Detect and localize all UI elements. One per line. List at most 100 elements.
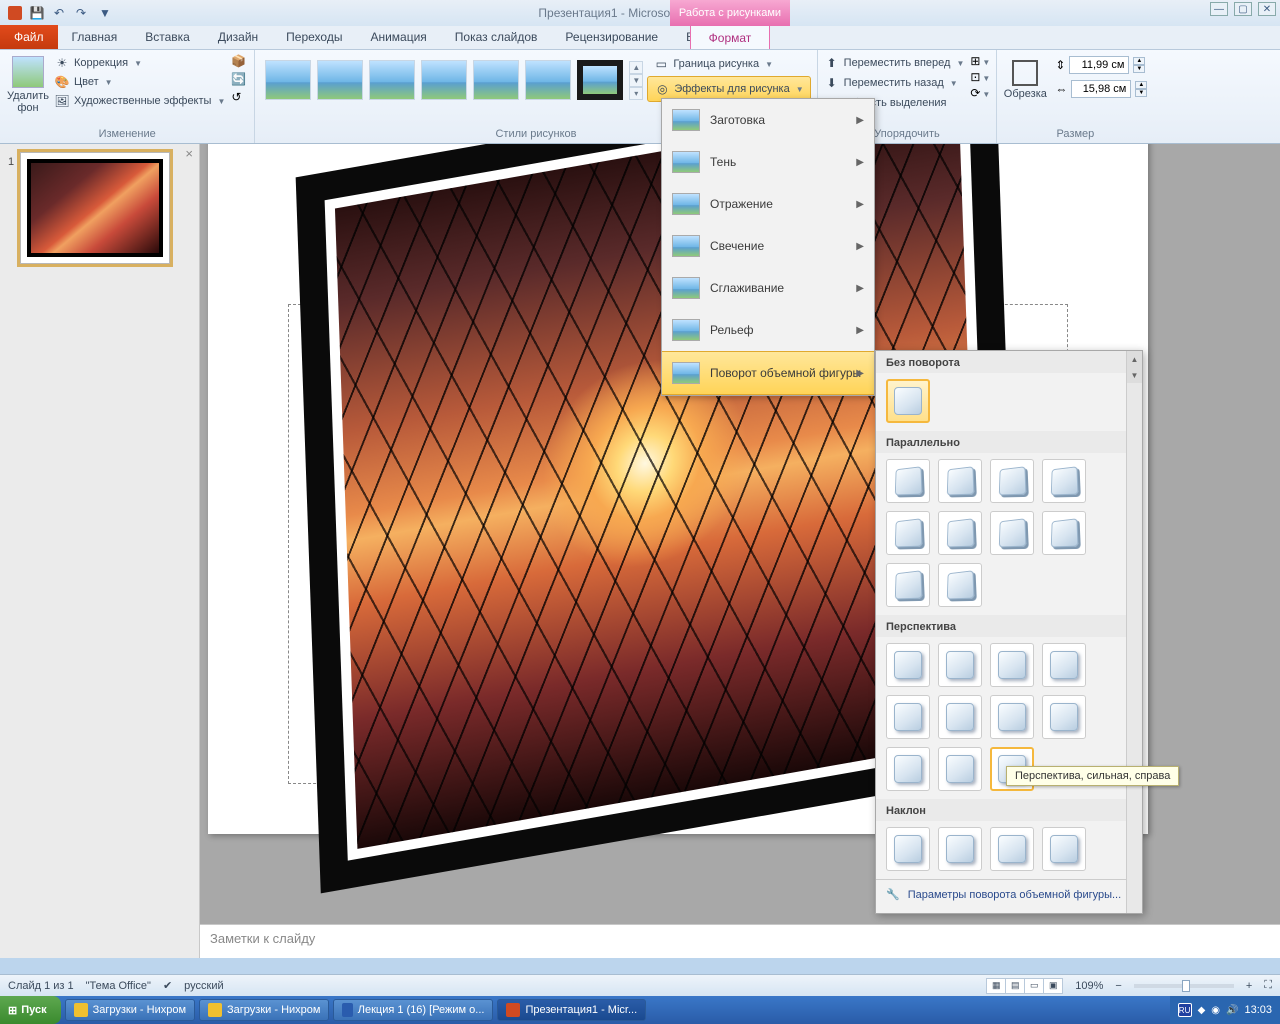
sorter-view-button[interactable]: ▤ xyxy=(1005,978,1025,994)
undo-icon[interactable]: ↶ xyxy=(50,4,68,22)
taskbar-clock[interactable]: 13:03 xyxy=(1244,1004,1272,1016)
rotation-preset[interactable] xyxy=(938,827,982,871)
shape-height-input[interactable]: ⇕ ▲▼ xyxy=(1055,56,1147,74)
reset-picture-icon[interactable]: ↺ xyxy=(231,90,246,104)
rotation-options-button[interactable]: 🔧 Параметры поворота объемной фигуры... xyxy=(876,879,1142,909)
change-picture-icon[interactable]: 🔄 xyxy=(231,72,246,86)
rotation-preset[interactable] xyxy=(886,563,930,607)
rotation-preset[interactable] xyxy=(938,563,982,607)
send-backward-button[interactable]: ⬇Переместить назад▼ xyxy=(824,74,965,92)
reading-view-button[interactable]: ▭ xyxy=(1024,978,1044,994)
rotation-preset-none[interactable] xyxy=(886,379,930,423)
notes-pane[interactable]: Заметки к слайду xyxy=(200,924,1280,958)
tab-animations[interactable]: Анимация xyxy=(356,25,440,49)
fit-to-window-button[interactable]: ⛶ xyxy=(1264,979,1272,992)
crop-button[interactable]: Обрезка xyxy=(1003,56,1047,100)
compress-pictures-icon[interactable]: 📦 xyxy=(231,54,246,68)
redo-icon[interactable]: ↷ xyxy=(72,4,90,22)
menu-bevel[interactable]: Рельеф▶ xyxy=(662,309,874,351)
menu-shadow[interactable]: Тень▶ xyxy=(662,141,874,183)
rotate-icon[interactable]: ⟳▼ xyxy=(970,86,990,100)
color-button[interactable]: 🎨Цвет▼ xyxy=(54,73,225,91)
taskbar-item[interactable]: Лекция 1 (16) [Режим о... xyxy=(333,999,493,1021)
scroll-up-icon[interactable]: ▲ xyxy=(1127,351,1142,367)
bring-forward-button[interactable]: ⬆Переместить вперед▼ xyxy=(824,54,965,72)
tray-icon[interactable]: 🔊 xyxy=(1226,1005,1238,1016)
style-preset-selected[interactable] xyxy=(577,60,623,100)
rotation-preset[interactable] xyxy=(886,747,930,791)
rotation-preset[interactable] xyxy=(1042,643,1086,687)
rotation-preset[interactable] xyxy=(990,459,1034,503)
shape-width-input[interactable]: ⇔ ▲▼ xyxy=(1055,80,1147,98)
qat-dropdown-icon[interactable]: ▼ xyxy=(96,4,114,22)
taskbar-item[interactable]: Загрузки - Нихром xyxy=(199,999,329,1021)
taskbar-item-active[interactable]: Презентация1 - Micr... xyxy=(497,999,646,1021)
rotation-preset[interactable] xyxy=(886,695,930,739)
rotation-preset[interactable] xyxy=(990,695,1034,739)
scroll-down-icon[interactable]: ▼ xyxy=(1127,367,1142,383)
rotation-preset[interactable] xyxy=(886,459,930,503)
tab-file[interactable]: Файл xyxy=(0,25,58,49)
minimize-button[interactable]: ― xyxy=(1210,2,1228,16)
height-field[interactable] xyxy=(1069,56,1129,74)
rotation-preset[interactable] xyxy=(938,695,982,739)
style-preset[interactable] xyxy=(421,60,467,100)
rotation-preset[interactable] xyxy=(990,511,1034,555)
tab-home[interactable]: Главная xyxy=(58,25,132,49)
gallery-scroll[interactable]: ▲▼▾ xyxy=(629,61,643,100)
scroll-down-icon[interactable]: ▼ xyxy=(629,74,643,87)
spin-up-icon[interactable]: ▲ xyxy=(1135,81,1147,89)
rotation-preset[interactable] xyxy=(938,459,982,503)
style-preset[interactable] xyxy=(369,60,415,100)
rotation-preset[interactable] xyxy=(938,643,982,687)
tray-icon[interactable]: ◉ xyxy=(1211,1005,1220,1016)
picture-border-button[interactable]: ▭Граница рисунка▼ xyxy=(647,52,810,76)
taskbar-item[interactable]: Загрузки - Нихром xyxy=(65,999,195,1021)
align-icon[interactable]: ⊞▼ xyxy=(970,54,990,68)
spin-down-icon[interactable]: ▼ xyxy=(1135,89,1147,97)
artistic-effects-button[interactable]: 🖼Художественные эффекты▼ xyxy=(54,92,225,110)
rotation-preset[interactable] xyxy=(886,827,930,871)
tab-review[interactable]: Рецензирование xyxy=(551,25,672,49)
picture-styles-gallery[interactable]: ▲▼▾ xyxy=(261,52,647,102)
close-button[interactable]: ✕ xyxy=(1258,2,1276,16)
group-icon[interactable]: ⊡▼ xyxy=(970,70,990,84)
zoom-in-button[interactable]: + xyxy=(1246,980,1252,992)
zoom-level[interactable]: 109% xyxy=(1075,980,1103,992)
tab-design[interactable]: Дизайн xyxy=(204,25,272,49)
width-field[interactable] xyxy=(1071,80,1131,98)
rotation-preset[interactable] xyxy=(886,511,930,555)
menu-3d-rotation[interactable]: Поворот объемной фигуры▶ xyxy=(662,351,874,395)
normal-view-button[interactable]: ▦ xyxy=(986,978,1006,994)
rotation-preset[interactable] xyxy=(990,643,1034,687)
tray-icon[interactable]: ◆ xyxy=(1198,1005,1206,1016)
menu-soft-edges[interactable]: Сглаживание▶ xyxy=(662,267,874,309)
rotation-preset[interactable] xyxy=(1042,511,1086,555)
remove-background-button[interactable]: Удалить фон xyxy=(6,52,50,114)
slide-thumbnail[interactable] xyxy=(20,152,170,264)
panel-close-icon[interactable]: × xyxy=(185,146,193,161)
style-preset[interactable] xyxy=(473,60,519,100)
language-indicator[interactable]: RU xyxy=(1178,1003,1192,1017)
menu-glow[interactable]: Свечение▶ xyxy=(662,225,874,267)
save-icon[interactable]: 💾 xyxy=(28,4,46,22)
tab-format[interactable]: Формат xyxy=(690,25,770,49)
rotation-preset[interactable] xyxy=(938,511,982,555)
rotation-preset[interactable] xyxy=(938,747,982,791)
spellcheck-icon[interactable]: ✔ xyxy=(163,979,172,992)
menu-reflection[interactable]: Отражение▶ xyxy=(662,183,874,225)
rotation-preset[interactable] xyxy=(1042,459,1086,503)
tab-insert[interactable]: Вставка xyxy=(131,25,204,49)
rotation-preset[interactable] xyxy=(990,827,1034,871)
slideshow-view-button[interactable]: ▣ xyxy=(1043,978,1063,994)
rotation-preset[interactable] xyxy=(1042,695,1086,739)
restore-button[interactable]: ▢ xyxy=(1234,2,1252,16)
zoom-slider[interactable] xyxy=(1134,984,1234,988)
status-language[interactable]: русский xyxy=(184,980,223,992)
style-preset[interactable] xyxy=(265,60,311,100)
style-preset[interactable] xyxy=(317,60,363,100)
style-preset[interactable] xyxy=(525,60,571,100)
scroll-up-icon[interactable]: ▲ xyxy=(629,61,643,74)
start-button[interactable]: ⊞Пуск xyxy=(0,996,61,1024)
rotation-preset[interactable] xyxy=(1042,827,1086,871)
